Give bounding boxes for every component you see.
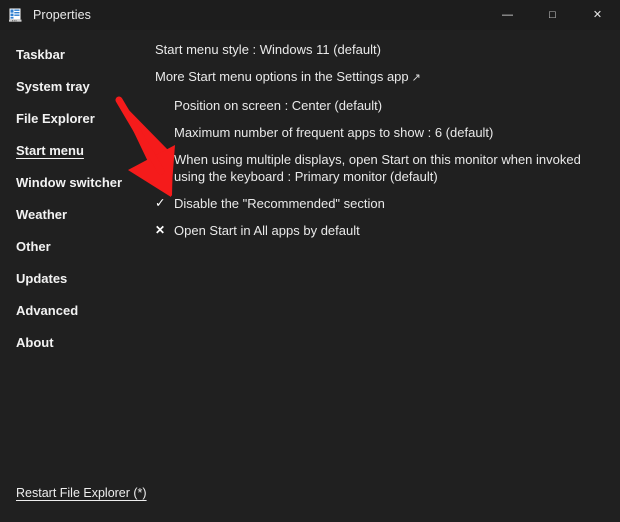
- close-button[interactable]: ✕: [575, 0, 620, 30]
- sidebar-item-start-menu[interactable]: Start menu: [0, 134, 150, 166]
- content-area: Taskbar System tray File Explorer Start …: [0, 30, 620, 522]
- sidebar-item-advanced[interactable]: Advanced: [0, 294, 150, 326]
- window-controls: — □ ✕: [485, 0, 620, 30]
- option-disable-recommended-section[interactable]: ✓ Disable the "Recommended" section: [150, 190, 620, 217]
- window-title: Properties: [33, 8, 91, 22]
- option-label: Position on screen : Center (default): [174, 98, 383, 113]
- sidebar-item-taskbar[interactable]: Taskbar: [0, 38, 150, 70]
- sidebar-item-other[interactable]: Other: [0, 230, 150, 262]
- cross-icon: ✕: [155, 223, 166, 237]
- option-open-start-in-all-apps[interactable]: ✕ Open Start in All apps by default: [150, 217, 620, 244]
- option-label: Open Start in All apps by default: [174, 223, 360, 238]
- start-menu-options-pane: Start menu style : Windows 11 (default) …: [150, 30, 620, 522]
- option-position-on-screen[interactable]: Position on screen : Center (default): [150, 92, 620, 119]
- title-bar: Properties — □ ✕: [0, 0, 620, 30]
- sidebar-item-about[interactable]: About: [0, 326, 150, 358]
- option-label: When using multiple displays, open Start…: [174, 152, 581, 184]
- sidebar-item-window-switcher[interactable]: Window switcher: [0, 166, 150, 198]
- option-label: Maximum number of frequent apps to show …: [174, 125, 494, 140]
- option-start-menu-style[interactable]: Start menu style : Windows 11 (default): [150, 36, 620, 63]
- sidebar-nav: Taskbar System tray File Explorer Start …: [0, 30, 150, 522]
- sidebar-item-system-tray[interactable]: System tray: [0, 70, 150, 102]
- option-more-start-menu-options[interactable]: More Start menu options in the Settings …: [150, 63, 620, 92]
- minimize-button[interactable]: —: [485, 0, 530, 30]
- sidebar-item-file-explorer[interactable]: File Explorer: [0, 102, 150, 134]
- option-label: Disable the "Recommended" section: [174, 196, 385, 211]
- option-multiple-displays-monitor[interactable]: When using multiple displays, open Start…: [150, 146, 620, 190]
- checkmark-icon: ✓: [155, 196, 166, 210]
- restart-file-explorer-link[interactable]: Restart File Explorer (*): [16, 486, 147, 500]
- properties-window-icon: [8, 7, 24, 23]
- maximize-button[interactable]: □: [530, 0, 575, 30]
- sidebar-item-updates[interactable]: Updates: [0, 262, 150, 294]
- option-label-text: More Start menu options in the Settings …: [155, 69, 409, 84]
- sidebar-item-weather[interactable]: Weather: [0, 198, 150, 230]
- option-label: More Start menu options in the Settings …: [155, 68, 620, 87]
- external-link-arrow-icon: ↗: [411, 72, 421, 84]
- option-label: Start menu style : Windows 11 (default): [155, 42, 381, 57]
- option-max-frequent-apps[interactable]: Maximum number of frequent apps to show …: [150, 119, 620, 146]
